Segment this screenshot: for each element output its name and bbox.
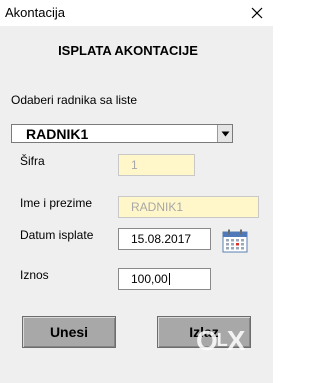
title-bar: Akontacija — [0, 0, 273, 26]
iznos-label: Iznos — [20, 268, 49, 282]
calendar-button[interactable] — [222, 229, 248, 258]
sifra-field: 1 — [118, 154, 195, 176]
datum-isplate-field[interactable]: 15.08.2017 — [118, 228, 211, 250]
sifra-label: Šifra — [20, 154, 45, 168]
dropdown-button[interactable] — [217, 125, 232, 142]
olx-watermark: OLX — [196, 325, 245, 356]
window-title: Akontacija — [5, 5, 65, 20]
employee-dropdown-value: RADNIK1 — [26, 126, 89, 142]
employee-select-prompt: Odaberi radnika sa liste — [11, 93, 138, 107]
close-icon — [251, 7, 262, 19]
ime-prezime-field: RADNIK1 — [118, 196, 259, 218]
iznos-value: 100,00 — [131, 272, 168, 286]
employee-dropdown[interactable]: RADNIK1 — [11, 124, 233, 143]
ime-label: Ime i prezime — [20, 196, 93, 210]
form-heading: ISPLATA AKONTACIJE — [58, 43, 198, 58]
datum-label: Datum isplate — [20, 228, 94, 242]
dropdown-arrow-icon — [221, 131, 229, 136]
close-button[interactable] — [240, 0, 273, 26]
calendar-icon — [222, 229, 248, 253]
iznos-field[interactable]: 100,00 — [118, 268, 211, 290]
text-caret — [168, 273, 170, 285]
unesi-button[interactable]: Unesi — [22, 316, 116, 348]
